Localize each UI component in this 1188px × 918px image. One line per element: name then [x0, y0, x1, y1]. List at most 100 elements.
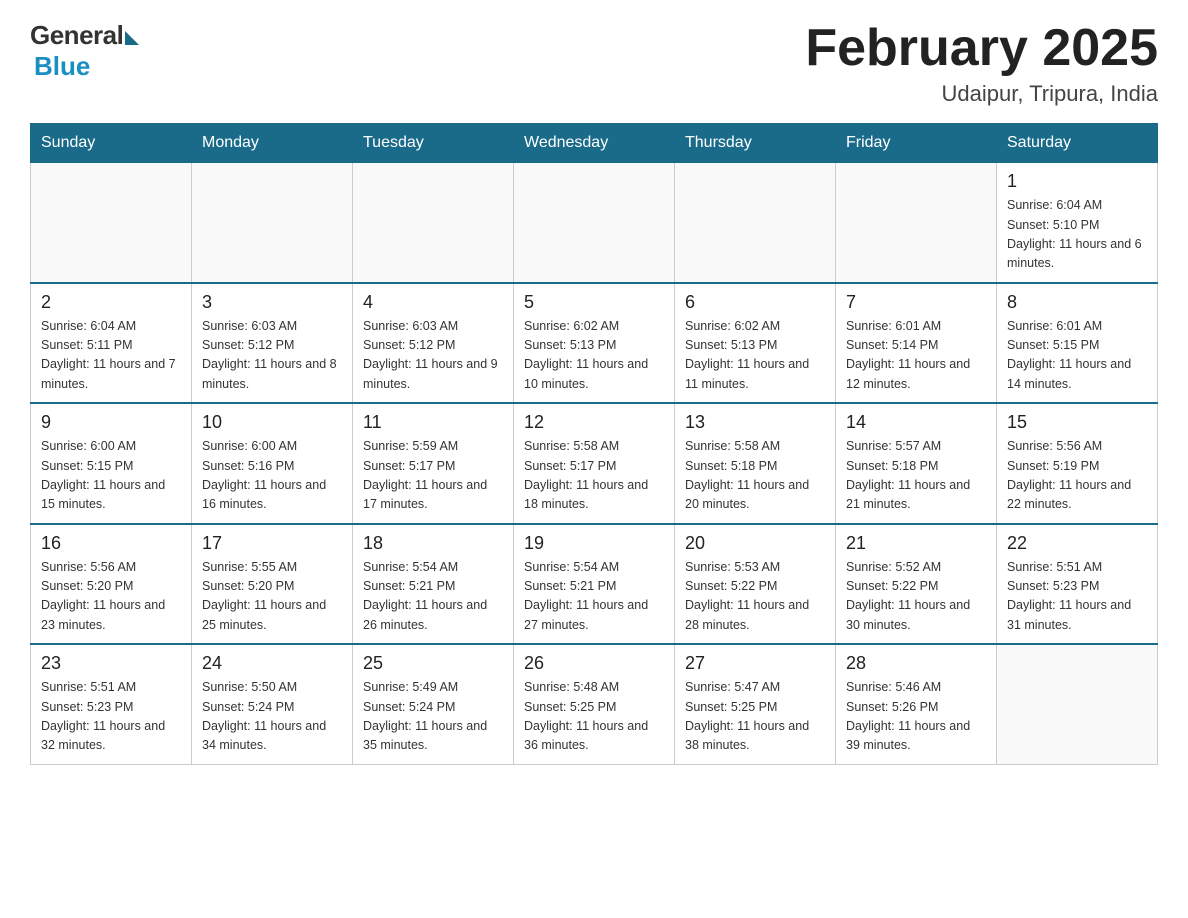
day-info: Sunrise: 6:00 AM Sunset: 5:16 PM Dayligh… [202, 437, 342, 515]
day-number: 2 [41, 292, 181, 313]
day-number: 10 [202, 412, 342, 433]
day-number: 20 [685, 533, 825, 554]
day-cell: 21Sunrise: 5:52 AM Sunset: 5:22 PM Dayli… [836, 524, 997, 645]
day-cell: 28Sunrise: 5:46 AM Sunset: 5:26 PM Dayli… [836, 644, 997, 764]
day-cell: 26Sunrise: 5:48 AM Sunset: 5:25 PM Dayli… [514, 644, 675, 764]
day-info: Sunrise: 5:51 AM Sunset: 5:23 PM Dayligh… [1007, 558, 1147, 636]
week-row-1: 1 Sunrise: 6:04 AM Sunset: 5:10 PM Daylig… [31, 163, 1158, 283]
day-cell: 9 Sunrise: 6:00 AM Sunset: 5:15 PM Daylig… [31, 403, 192, 524]
weekday-header-thursday: Thursday [675, 124, 836, 163]
day-cell: 7 Sunrise: 6:01 AM Sunset: 5:14 PM Daylig… [836, 283, 997, 404]
day-cell: 1 Sunrise: 6:04 AM Sunset: 5:10 PM Daylig… [997, 163, 1158, 283]
day-cell: 17Sunrise: 5:55 AM Sunset: 5:20 PM Dayli… [192, 524, 353, 645]
day-number: 24 [202, 653, 342, 674]
day-cell [997, 644, 1158, 764]
day-info: Sunrise: 5:54 AM Sunset: 5:21 PM Dayligh… [363, 558, 503, 636]
weekday-header-sunday: Sunday [31, 124, 192, 163]
day-number: 5 [524, 292, 664, 313]
day-number: 18 [363, 533, 503, 554]
day-number: 27 [685, 653, 825, 674]
day-cell: 12 Sunrise: 5:58 AM Sunset: 5:17 PM Dayli… [514, 403, 675, 524]
day-info: Sunrise: 5:55 AM Sunset: 5:20 PM Dayligh… [202, 558, 342, 636]
day-cell: 20 Sunrise: 5:53 AM Sunset: 5:22 PM Dayli… [675, 524, 836, 645]
day-number: 7 [846, 292, 986, 313]
day-number: 14 [846, 412, 986, 433]
calendar-table: SundayMondayTuesdayWednesdayThursdayFrid… [30, 123, 1158, 765]
day-info: Sunrise: 6:01 AM Sunset: 5:14 PM Dayligh… [846, 317, 986, 395]
day-cell: 3 Sunrise: 6:03 AM Sunset: 5:12 PM Daylig… [192, 283, 353, 404]
day-info: Sunrise: 6:01 AM Sunset: 5:15 PM Dayligh… [1007, 317, 1147, 395]
day-number: 9 [41, 412, 181, 433]
weekday-header-monday: Monday [192, 124, 353, 163]
day-number: 6 [685, 292, 825, 313]
day-number: 13 [685, 412, 825, 433]
day-cell [836, 163, 997, 283]
day-cell: 4 Sunrise: 6:03 AM Sunset: 5:12 PM Daylig… [353, 283, 514, 404]
day-info: Sunrise: 5:50 AM Sunset: 5:24 PM Dayligh… [202, 678, 342, 756]
day-number: 15 [1007, 412, 1147, 433]
logo-blue-text: Blue [34, 51, 90, 82]
day-cell: 11 Sunrise: 5:59 AM Sunset: 5:17 PM Dayli… [353, 403, 514, 524]
day-number: 4 [363, 292, 503, 313]
day-number: 25 [363, 653, 503, 674]
day-cell: 13 Sunrise: 5:58 AM Sunset: 5:18 PM Dayli… [675, 403, 836, 524]
logo: General Blue [30, 20, 139, 82]
day-cell [675, 163, 836, 283]
day-cell: 24 Sunrise: 5:50 AM Sunset: 5:24 PM Dayli… [192, 644, 353, 764]
week-row-5: 23 Sunrise: 5:51 AM Sunset: 5:23 PM Dayli… [31, 644, 1158, 764]
weekday-header-friday: Friday [836, 124, 997, 163]
day-cell: 5Sunrise: 6:02 AM Sunset: 5:13 PM Daylig… [514, 283, 675, 404]
day-info: Sunrise: 5:58 AM Sunset: 5:17 PM Dayligh… [524, 437, 664, 515]
day-info: Sunrise: 6:03 AM Sunset: 5:12 PM Dayligh… [363, 317, 503, 395]
location-subtitle: Udaipur, Tripura, India [805, 81, 1158, 107]
day-info: Sunrise: 6:04 AM Sunset: 5:11 PM Dayligh… [41, 317, 181, 395]
week-row-3: 9 Sunrise: 6:00 AM Sunset: 5:15 PM Daylig… [31, 403, 1158, 524]
logo-arrow-icon [125, 31, 139, 45]
title-area: February 2025 Udaipur, Tripura, India [805, 20, 1158, 107]
day-number: 26 [524, 653, 664, 674]
day-info: Sunrise: 5:56 AM Sunset: 5:20 PM Dayligh… [41, 558, 181, 636]
day-info: Sunrise: 5:47 AM Sunset: 5:25 PM Dayligh… [685, 678, 825, 756]
day-number: 11 [363, 412, 503, 433]
day-info: Sunrise: 5:49 AM Sunset: 5:24 PM Dayligh… [363, 678, 503, 756]
day-cell: 10 Sunrise: 6:00 AM Sunset: 5:16 PM Dayli… [192, 403, 353, 524]
day-info: Sunrise: 6:03 AM Sunset: 5:12 PM Dayligh… [202, 317, 342, 395]
day-info: Sunrise: 6:04 AM Sunset: 5:10 PM Dayligh… [1007, 196, 1147, 274]
week-row-4: 16 Sunrise: 5:56 AM Sunset: 5:20 PM Dayli… [31, 524, 1158, 645]
day-number: 22 [1007, 533, 1147, 554]
day-number: 1 [1007, 171, 1147, 192]
day-cell: 8 Sunrise: 6:01 AM Sunset: 5:15 PM Daylig… [997, 283, 1158, 404]
day-info: Sunrise: 5:58 AM Sunset: 5:18 PM Dayligh… [685, 437, 825, 515]
day-cell: 27 Sunrise: 5:47 AM Sunset: 5:25 PM Dayli… [675, 644, 836, 764]
weekday-header-row: SundayMondayTuesdayWednesdayThursdayFrid… [31, 124, 1158, 163]
day-cell: 22 Sunrise: 5:51 AM Sunset: 5:23 PM Dayli… [997, 524, 1158, 645]
day-cell: 2 Sunrise: 6:04 AM Sunset: 5:11 PM Daylig… [31, 283, 192, 404]
day-number: 3 [202, 292, 342, 313]
day-info: Sunrise: 5:54 AM Sunset: 5:21 PM Dayligh… [524, 558, 664, 636]
day-info: Sunrise: 5:53 AM Sunset: 5:22 PM Dayligh… [685, 558, 825, 636]
logo-general-text: General [30, 20, 123, 51]
day-cell [192, 163, 353, 283]
day-info: Sunrise: 5:57 AM Sunset: 5:18 PM Dayligh… [846, 437, 986, 515]
day-number: 16 [41, 533, 181, 554]
day-number: 28 [846, 653, 986, 674]
day-cell: 14 Sunrise: 5:57 AM Sunset: 5:18 PM Dayli… [836, 403, 997, 524]
day-number: 12 [524, 412, 664, 433]
day-cell: 15 Sunrise: 5:56 AM Sunset: 5:19 PM Dayli… [997, 403, 1158, 524]
day-number: 19 [524, 533, 664, 554]
day-info: Sunrise: 6:00 AM Sunset: 5:15 PM Dayligh… [41, 437, 181, 515]
day-info: Sunrise: 5:56 AM Sunset: 5:19 PM Dayligh… [1007, 437, 1147, 515]
day-info: Sunrise: 6:02 AM Sunset: 5:13 PM Dayligh… [685, 317, 825, 395]
day-number: 23 [41, 653, 181, 674]
day-cell: 23 Sunrise: 5:51 AM Sunset: 5:23 PM Dayli… [31, 644, 192, 764]
day-number: 8 [1007, 292, 1147, 313]
week-row-2: 2 Sunrise: 6:04 AM Sunset: 5:11 PM Daylig… [31, 283, 1158, 404]
day-number: 21 [846, 533, 986, 554]
day-cell [31, 163, 192, 283]
day-info: Sunrise: 5:59 AM Sunset: 5:17 PM Dayligh… [363, 437, 503, 515]
day-cell: 16 Sunrise: 5:56 AM Sunset: 5:20 PM Dayli… [31, 524, 192, 645]
day-cell [353, 163, 514, 283]
day-cell: 25 Sunrise: 5:49 AM Sunset: 5:24 PM Dayli… [353, 644, 514, 764]
day-cell: 6 Sunrise: 6:02 AM Sunset: 5:13 PM Daylig… [675, 283, 836, 404]
day-info: Sunrise: 5:51 AM Sunset: 5:23 PM Dayligh… [41, 678, 181, 756]
